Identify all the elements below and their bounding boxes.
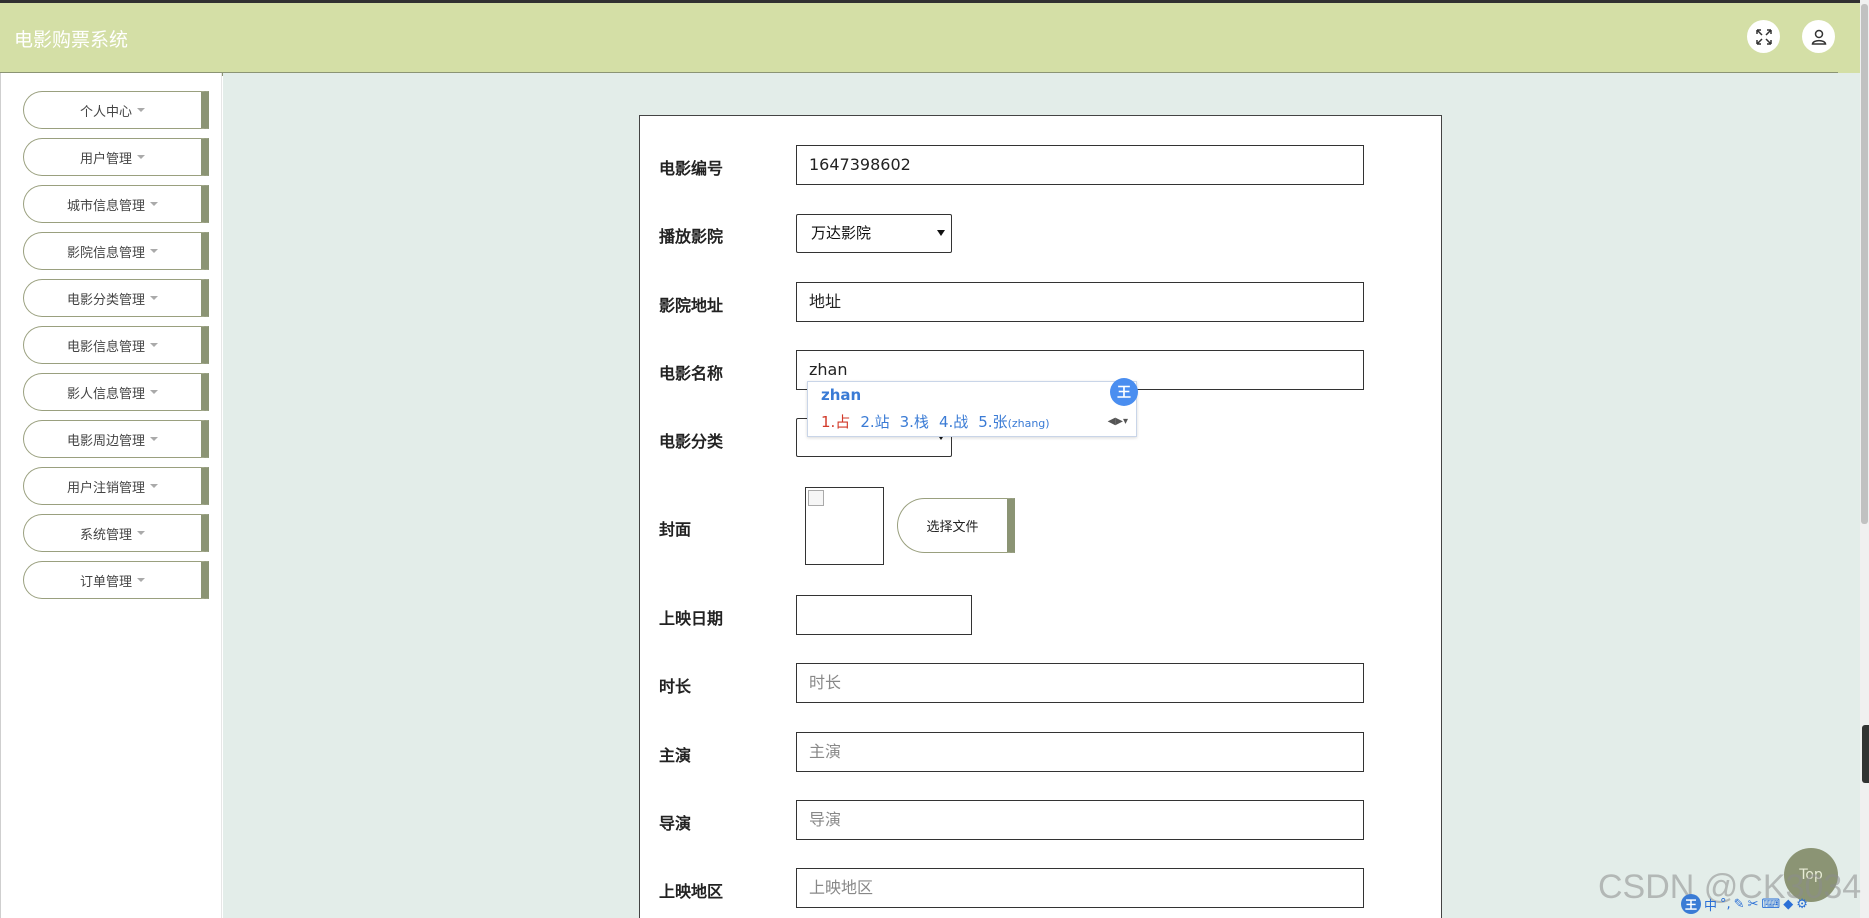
sidebar-item-label: 电影分类管理 <box>66 292 145 308</box>
sidebar-item-merchandise[interactable]: 电影周边管理 <box>23 420 209 458</box>
user-icon <box>1811 29 1826 45</box>
ime-logo-icon[interactable]: 王 <box>1681 894 1701 914</box>
sidebar-item-label: 用户管理 <box>79 151 132 167</box>
caret-down-icon <box>150 296 158 300</box>
cover-label: 封面 <box>659 520 692 539</box>
cinema-select-value: 万达影院 <box>811 224 872 242</box>
duration-label: 时长 <box>659 677 692 696</box>
ime-candidate[interactable]: 5.张 <box>978 413 1007 431</box>
sidebar-item-label: 用户注销管理 <box>66 480 145 496</box>
broken-image-icon <box>808 490 824 506</box>
keyboard-icon[interactable]: ⌨ <box>1761 897 1780 912</box>
region-label: 上映地区 <box>659 882 724 901</box>
skin-icon[interactable]: ◆ <box>1783 897 1793 912</box>
caret-down-icon <box>150 343 158 347</box>
ime-candidate[interactable]: 3.栈 <box>900 413 929 431</box>
caret-down-icon <box>137 531 145 535</box>
user-button[interactable] <box>1802 20 1835 53</box>
caret-down-icon <box>150 390 158 394</box>
side-edge-tab[interactable] <box>1862 725 1869 783</box>
sidebar-item-film-people[interactable]: 影人信息管理 <box>23 373 209 411</box>
sidebar-item-system[interactable]: 系统管理 <box>23 514 209 552</box>
sidebar-item-label: 影院信息管理 <box>66 245 145 261</box>
movie-no-label: 电影编号 <box>659 159 724 178</box>
region-input[interactable]: 上映地区 <box>796 868 1364 908</box>
sidebar: 个人中心 用户管理 城市信息管理 影院信息管理 电影分类管理 电影信息管理 影人… <box>0 73 222 918</box>
cover-preview <box>805 487 884 565</box>
caret-down-icon <box>137 108 145 112</box>
ime-composition: zhan <box>821 386 862 404</box>
ime-language-toggle[interactable]: 中 <box>1704 895 1717 914</box>
sidebar-item-label: 订单管理 <box>79 574 132 590</box>
release-date-input[interactable] <box>796 595 972 635</box>
caret-down-icon <box>150 249 158 253</box>
ime-logo-icon: 王 <box>1110 378 1138 406</box>
director-label: 导演 <box>659 814 692 833</box>
sidebar-item-users[interactable]: 用户管理 <box>23 138 209 176</box>
sidebar-item-label: 电影周边管理 <box>66 433 145 449</box>
ime-pinyin-hint: (zhang) <box>1007 417 1050 430</box>
scrollbar-thumb[interactable] <box>1861 4 1868 524</box>
caret-down-icon <box>137 155 145 159</box>
duration-input[interactable]: 时长 <box>796 663 1364 703</box>
pen-icon[interactable]: ✎ <box>1734 897 1745 912</box>
ime-candidate[interactable]: 1.占 <box>821 413 850 431</box>
choose-file-button[interactable]: 选择文件 <box>897 498 1015 553</box>
sidebar-item-movie-categories[interactable]: 电影分类管理 <box>23 279 209 317</box>
movie-form-card <box>639 115 1442 918</box>
caret-down-icon <box>150 202 158 206</box>
address-label: 影院地址 <box>659 296 724 315</box>
top-bar: 电影购票系统 <box>0 0 1860 76</box>
starring-input[interactable]: 主演 <box>796 732 1364 772</box>
movie-no-input[interactable]: 1647398602 <box>796 145 1364 185</box>
ime-candidate[interactable]: 4.战 <box>939 413 968 431</box>
ime-candidate[interactable]: 2.站 <box>860 413 889 431</box>
caret-down-icon <box>137 578 145 582</box>
movie-name-label: 电影名称 <box>659 364 724 383</box>
release-date-label: 上映日期 <box>659 609 724 628</box>
sidebar-item-label: 电影信息管理 <box>66 339 145 355</box>
caret-down-icon <box>150 437 158 441</box>
ime-toolbar: 王 中 °, ✎ ✂ ⌨ ◆ ⚙ <box>1681 893 1808 915</box>
fullscreen-button[interactable] <box>1747 20 1780 53</box>
sidebar-item-orders[interactable]: 订单管理 <box>23 561 209 599</box>
sidebar-item-cinemas[interactable]: 影院信息管理 <box>23 232 209 270</box>
caret-down-icon <box>150 484 158 488</box>
ime-candidate-list: 1.占 2.站 3.栈 4.战 5.张(zhang) <box>821 411 1050 432</box>
app-title: 电影购票系统 <box>14 29 129 51</box>
ime-candidate-popup: zhan 1.占 2.站 3.栈 4.战 5.张(zhang) ◀▶▾ 王 <box>807 378 1138 437</box>
sidebar-item-label: 影人信息管理 <box>66 386 145 402</box>
scissors-icon[interactable]: ✂ <box>1748 897 1759 912</box>
expand-icon <box>1755 28 1772 45</box>
ime-pager-icon[interactable]: ◀▶▾ <box>1108 416 1128 427</box>
select-arrow-icon <box>937 230 945 236</box>
sidebar-item-cities[interactable]: 城市信息管理 <box>23 185 209 223</box>
sidebar-item-label: 系统管理 <box>79 527 132 543</box>
cinema-select[interactable]: 万达影院 <box>796 214 952 253</box>
starring-label: 主演 <box>659 746 692 765</box>
address-input[interactable]: 地址 <box>796 282 1364 322</box>
sidebar-item-label: 城市信息管理 <box>66 198 145 214</box>
punctuation-icon[interactable]: °, <box>1720 897 1731 912</box>
sidebar-item-movies[interactable]: 电影信息管理 <box>23 326 209 364</box>
settings-icon[interactable]: ⚙ <box>1796 897 1808 912</box>
category-label: 电影分类 <box>659 432 724 451</box>
director-input[interactable]: 导演 <box>796 800 1364 840</box>
sidebar-item-personal-center[interactable]: 个人中心 <box>23 91 209 129</box>
cinema-label: 播放影院 <box>659 227 724 246</box>
sidebar-item-label: 个人中心 <box>79 104 132 120</box>
sidebar-item-account-deletion[interactable]: 用户注销管理 <box>23 467 209 505</box>
